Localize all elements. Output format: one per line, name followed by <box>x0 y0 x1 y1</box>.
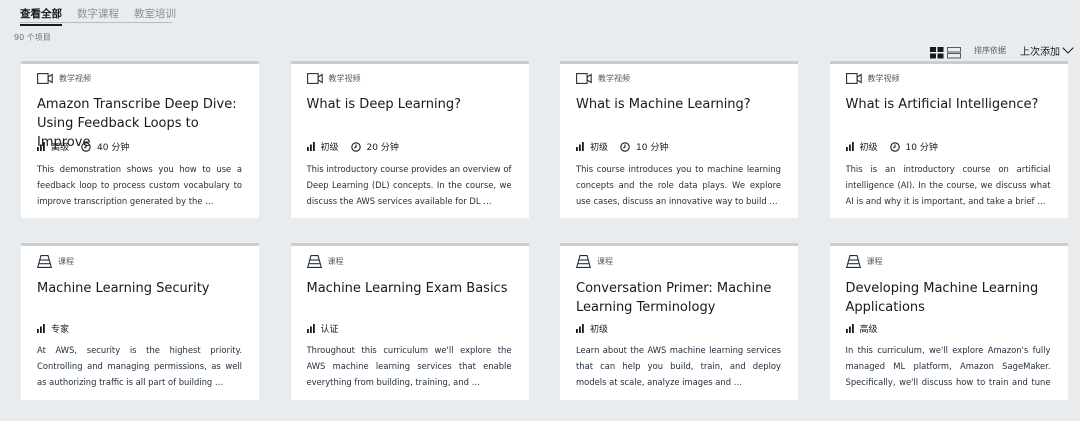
card-level: 高级 <box>51 143 70 153</box>
card-description: This demonstration shows you how to use … <box>37 164 242 206</box>
curriculum-icon <box>37 255 58 268</box>
card-type: 教学视频 <box>306 73 361 84</box>
card-duration: 10 分钟 <box>636 143 669 153</box>
card-type-label: 课程 <box>866 257 883 266</box>
clock-icon <box>81 141 97 152</box>
card-type: 课程 <box>576 255 613 268</box>
course-card[interactable]: 教学视频 What is Machine Learning? 初级 10 分钟 This… <box>560 61 798 218</box>
card-description: At AWS, security is the highest priority… <box>37 345 242 387</box>
card-level: 专家 <box>51 325 70 335</box>
card-meta: 初级 20 分钟 <box>306 140 399 153</box>
toolbar: 排序依据 上次添加 <box>930 42 1074 59</box>
tabs-divider <box>20 22 172 23</box>
card-type: 教学视频 <box>576 73 630 84</box>
catalog-grid: 教学视频 Amazon Transcribe Deep Dive: Using F… <box>21 61 1068 400</box>
course-card[interactable]: 教学视频 What is Deep Learning? 初级 20 分钟 This in… <box>290 61 529 218</box>
card-meta: 初级 10 分钟 <box>576 140 668 153</box>
clock-icon <box>350 141 367 152</box>
card-meta: 高级 <box>845 322 890 335</box>
video-icon <box>576 73 598 84</box>
card-type: 课程 <box>37 255 74 268</box>
card-description: This is an introductory course on artifi… <box>845 164 1051 206</box>
card-level: 高级 <box>859 325 878 335</box>
level-icon <box>845 142 860 151</box>
course-card[interactable]: 课程 Conversation Primer: Machine Learning … <box>560 243 798 400</box>
level-icon <box>37 142 51 151</box>
course-card[interactable]: 教学视频 What is Artificial Intelligence? 初级 10… <box>829 61 1068 218</box>
card-duration: 10 分钟 <box>905 143 938 153</box>
card-type-label: 教学视频 <box>598 74 630 83</box>
card-title[interactable]: Conversation Primer: Machine Learning Te… <box>576 279 786 317</box>
card-type: 教学视频 <box>845 73 900 84</box>
card-level: 初级 <box>859 143 878 153</box>
card-type-label: 课程 <box>327 257 344 266</box>
card-meta: 初级 <box>576 322 620 335</box>
card-type: 课程 <box>306 255 344 268</box>
level-icon <box>576 324 590 333</box>
card-type-label: 教学视频 <box>867 74 900 83</box>
card-description: In this curriculum, we'll explore Amazon… <box>845 345 1051 387</box>
curriculum-icon <box>306 255 328 268</box>
card-title[interactable]: What is Artificial Intelligence? <box>846 95 1056 114</box>
card-meta: 初级 10 分钟 <box>845 140 938 153</box>
card-description: Throughout this curriculum we'll explore… <box>306 345 512 387</box>
curriculum-icon <box>576 255 597 268</box>
level-icon <box>37 324 51 333</box>
card-description: This introductory course provides an ove… <box>306 164 512 206</box>
clock-icon <box>889 141 906 152</box>
course-card[interactable]: 课程 Developing Machine Learning Applicatio… <box>829 243 1068 400</box>
card-type-label: 课程 <box>58 257 74 266</box>
card-type: 课程 <box>845 255 883 268</box>
card-level: 初级 <box>320 143 339 153</box>
card-meta: 高级 40 分钟 <box>37 140 129 153</box>
video-icon <box>306 73 329 84</box>
card-duration: 40 分钟 <box>97 143 130 153</box>
card-type: 教学视频 <box>37 73 91 84</box>
result-count: 90 个项目 <box>14 33 51 42</box>
course-card[interactable]: 课程 Machine Learning Security 专家 At AWS, sec… <box>21 243 259 400</box>
clock-icon <box>620 141 636 152</box>
level-icon <box>576 142 590 151</box>
card-title[interactable]: Machine Learning Exam Basics <box>307 279 517 298</box>
curriculum-icon <box>845 255 867 268</box>
chevron-down-icon <box>1062 42 1074 54</box>
card-type-label: 课程 <box>597 257 613 266</box>
sort-label: 排序依据 <box>974 45 1006 55</box>
card-description: This course introduces you to machine le… <box>576 164 781 206</box>
card-title[interactable]: What is Deep Learning? <box>307 95 517 114</box>
card-title[interactable]: Developing Machine Learning Applications <box>846 279 1056 317</box>
level-icon <box>845 324 860 333</box>
card-meta: 认证 <box>306 322 351 335</box>
level-icon <box>306 142 321 151</box>
sort-dropdown[interactable]: 上次添加 <box>1020 42 1074 58</box>
card-level: 认证 <box>320 325 339 335</box>
card-meta: 专家 <box>37 322 81 335</box>
level-icon <box>306 324 321 333</box>
sort-value: 上次添加 <box>1020 46 1060 58</box>
card-type-label: 教学视频 <box>328 74 361 83</box>
card-title[interactable]: Machine Learning Security <box>37 279 247 298</box>
course-card[interactable]: 教学视频 Amazon Transcribe Deep Dive: Using F… <box>21 61 259 218</box>
video-icon <box>37 73 59 84</box>
card-level: 初级 <box>590 143 609 153</box>
card-duration: 20 分钟 <box>366 143 399 153</box>
card-type-label: 教学视频 <box>59 74 91 83</box>
card-level: 初级 <box>590 325 609 335</box>
course-card[interactable]: 课程 Machine Learning Exam Basics 认证 Througho… <box>290 243 529 400</box>
list-view-icon[interactable] <box>947 44 961 59</box>
video-icon <box>845 73 868 84</box>
card-description: Learn about the AWS machine learning ser… <box>576 345 781 387</box>
card-title[interactable]: What is Machine Learning? <box>576 95 786 114</box>
grid-view-icon[interactable] <box>930 44 944 59</box>
